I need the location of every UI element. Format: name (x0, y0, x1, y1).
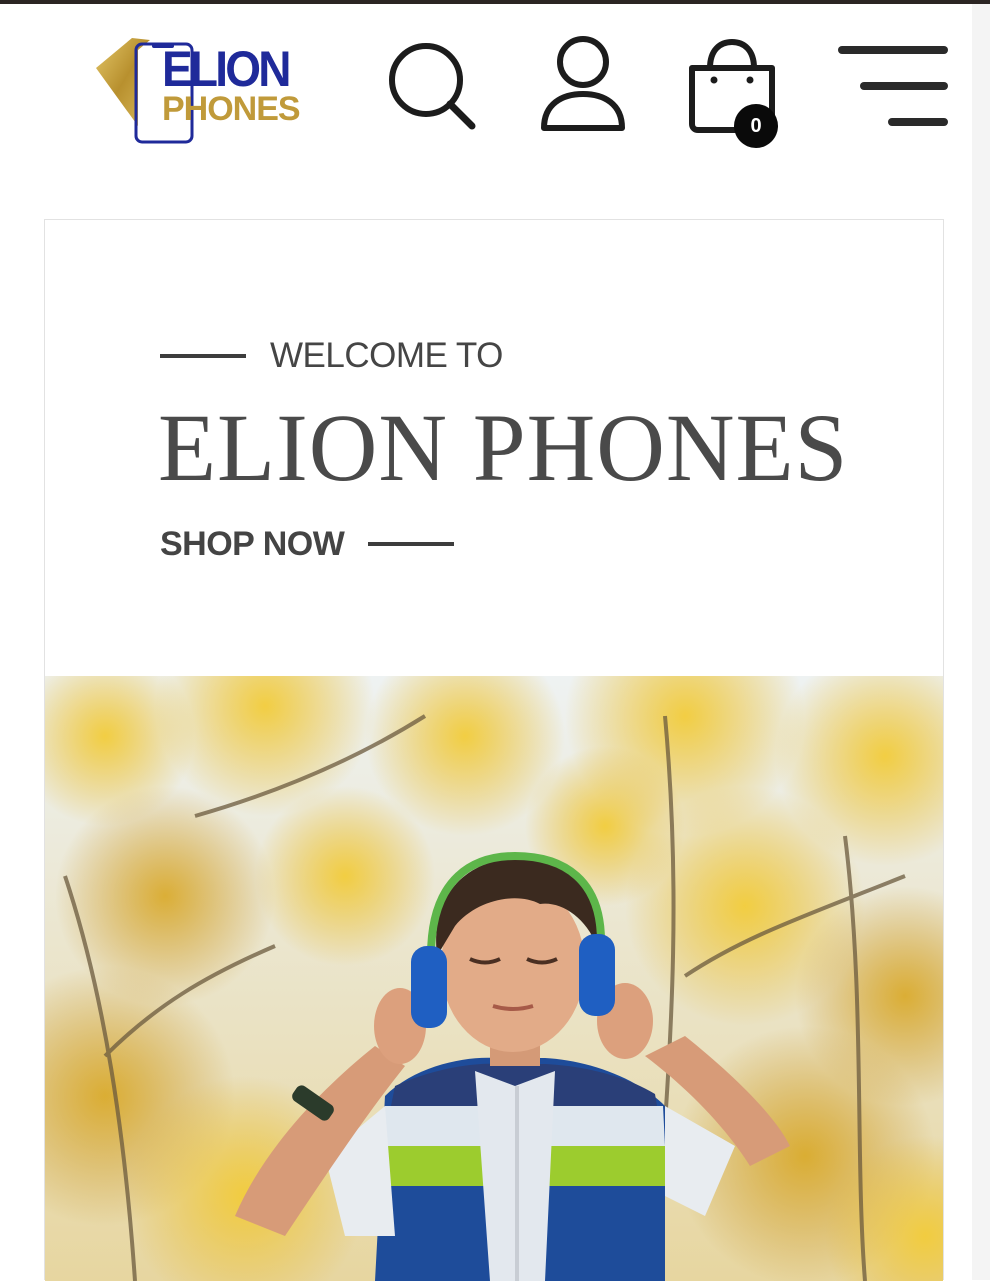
boy-with-headphones-image (45, 676, 943, 1281)
hero-banner: WELCOME TO ELION PHONES SHOP NOW (44, 219, 944, 1281)
menu-icon[interactable] (836, 44, 950, 130)
site-header: ELION PHONES 0 (0, 4, 972, 164)
hero-title: ELION PHONES (158, 394, 849, 501)
decorative-rule (368, 542, 455, 546)
logo-line-phones: PHONES (162, 90, 301, 128)
site-logo[interactable]: ELION PHONES (92, 30, 322, 144)
scrollbar-track (972, 4, 990, 1280)
hero-image (45, 676, 943, 1281)
shop-now-label: SHOP NOW (160, 524, 345, 563)
welcome-label: WELCOME TO (270, 336, 503, 375)
welcome-row: WELCOME TO (160, 336, 503, 376)
user-icon[interactable] (538, 32, 628, 136)
logo-line-elion: ELION (162, 41, 292, 97)
logo-wordmark: ELION PHONES (162, 41, 301, 128)
cart-count-badge: 0 (734, 104, 778, 148)
decorative-rule (160, 354, 246, 358)
shop-now-link[interactable]: SHOP NOW (160, 522, 455, 566)
search-icon[interactable] (386, 40, 478, 132)
